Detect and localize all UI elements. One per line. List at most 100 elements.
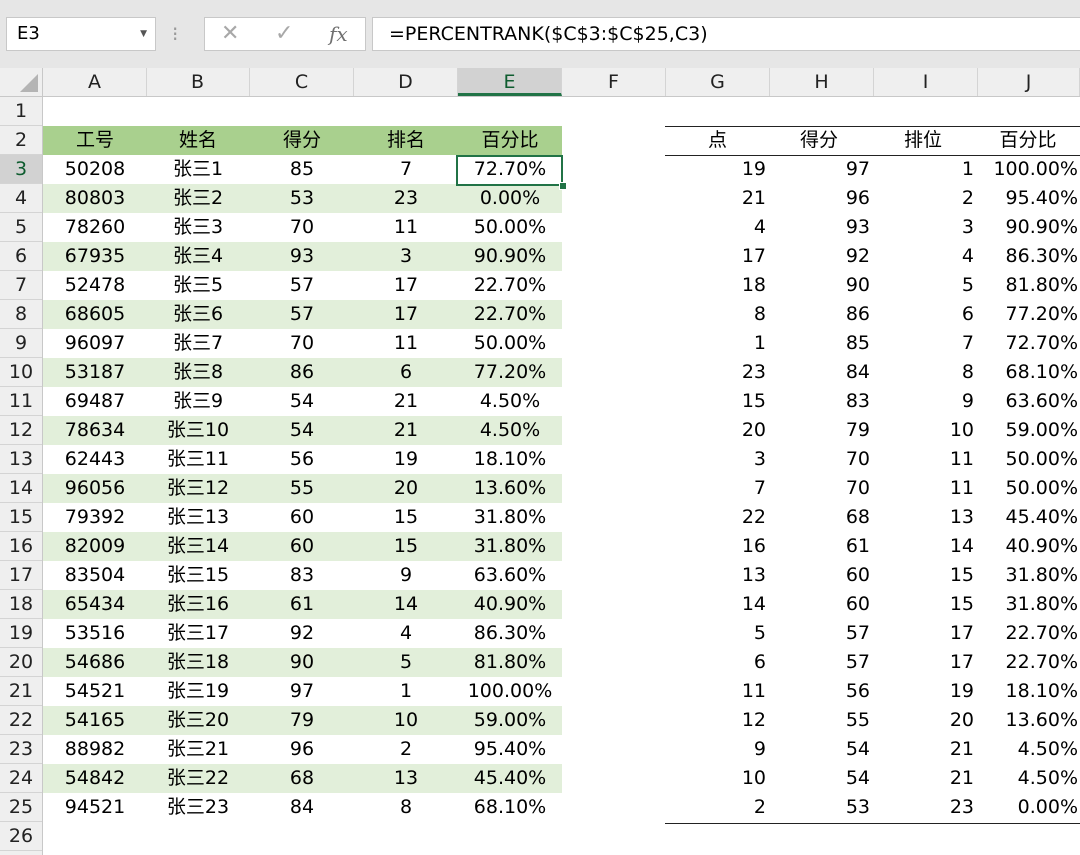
left-table-cell[interactable]: 70 — [250, 329, 354, 358]
left-table-cell[interactable]: 54 — [250, 387, 354, 416]
row-header-11[interactable]: 11 — [0, 387, 42, 416]
row-header-26[interactable]: 26 — [0, 822, 42, 851]
column-header-a[interactable]: A — [43, 68, 147, 96]
row-header-24[interactable]: 24 — [0, 764, 42, 793]
right-table-cell[interactable]: 17 — [666, 242, 766, 271]
left-table-cell[interactable]: 68605 — [43, 300, 147, 329]
left-table-cell[interactable]: 13.60% — [458, 474, 562, 503]
right-table-cell[interactable]: 97 — [770, 155, 870, 184]
left-table-cell[interactable]: 7 — [354, 155, 458, 184]
left-table-cell[interactable]: 82009 — [43, 532, 147, 561]
left-table-cell[interactable]: 17 — [354, 300, 458, 329]
left-table-cell[interactable]: 22.70% — [458, 271, 562, 300]
left-table-cell[interactable]: 5 — [354, 648, 458, 677]
left-table-cell[interactable]: 50.00% — [458, 329, 562, 358]
right-table-cell[interactable]: 70 — [770, 445, 870, 474]
left-table-cell[interactable]: 14 — [354, 590, 458, 619]
right-table-cell[interactable]: 96 — [770, 184, 870, 213]
left-table-cell[interactable]: 50.00% — [458, 213, 562, 242]
left-table-cell[interactable]: 9 — [354, 561, 458, 590]
right-table-cell[interactable]: 14 — [666, 590, 766, 619]
left-table-cell[interactable]: 张三23 — [146, 793, 250, 822]
right-table-cell[interactable]: 11 — [874, 474, 974, 503]
left-table-cell[interactable]: 68.10% — [458, 793, 562, 822]
right-table-cell[interactable]: 31.80% — [978, 561, 1078, 590]
chevron-down-icon[interactable]: ▼ — [140, 18, 147, 50]
left-table-cell[interactable]: 张三20 — [146, 706, 250, 735]
right-table-cell[interactable]: 57 — [770, 619, 870, 648]
row-header-7[interactable]: 7 — [0, 271, 42, 300]
right-table-cell[interactable]: 72.70% — [978, 329, 1078, 358]
right-table-cell[interactable]: 90.90% — [978, 213, 1078, 242]
right-table-cell[interactable]: 18.10% — [978, 677, 1078, 706]
right-table-cell[interactable]: 6 — [666, 648, 766, 677]
left-table-cell[interactable]: 31.80% — [458, 503, 562, 532]
right-table-cell[interactable]: 5 — [874, 271, 974, 300]
right-table-cell[interactable]: 100.00% — [978, 155, 1078, 184]
right-table-cell[interactable]: 57 — [770, 648, 870, 677]
right-table-cell[interactable]: 14 — [874, 532, 974, 561]
left-table-header-cell[interactable]: 得分 — [250, 126, 354, 155]
left-table-cell[interactable]: 96056 — [43, 474, 147, 503]
right-table-cell[interactable]: 70 — [770, 474, 870, 503]
left-table-cell[interactable]: 70 — [250, 213, 354, 242]
right-table-cell[interactable]: 1 — [666, 329, 766, 358]
left-table-cell[interactable]: 张三22 — [146, 764, 250, 793]
right-table-cell[interactable]: 22.70% — [978, 619, 1078, 648]
left-table-cell[interactable]: 21 — [354, 387, 458, 416]
left-table-cell[interactable]: 张三3 — [146, 213, 250, 242]
row-header-5[interactable]: 5 — [0, 213, 42, 242]
column-header-c[interactable]: C — [250, 68, 354, 96]
row-header-6[interactable]: 6 — [0, 242, 42, 271]
left-table-cell[interactable]: 54165 — [43, 706, 147, 735]
right-table-cell[interactable]: 3 — [666, 445, 766, 474]
left-table-cell[interactable]: 18.10% — [458, 445, 562, 474]
left-table-cell[interactable]: 79 — [250, 706, 354, 735]
right-table-cell[interactable]: 13 — [666, 561, 766, 590]
right-table-cell[interactable]: 13.60% — [978, 706, 1078, 735]
right-table-cell[interactable]: 7 — [666, 474, 766, 503]
right-table-cell[interactable]: 22 — [666, 503, 766, 532]
left-table-cell[interactable]: 68 — [250, 764, 354, 793]
left-table-cell[interactable]: 56 — [250, 445, 354, 474]
right-table-cell[interactable]: 23 — [666, 358, 766, 387]
left-table-cell[interactable]: 61 — [250, 590, 354, 619]
right-table-cell[interactable]: 15 — [874, 590, 974, 619]
right-table-cell[interactable]: 4 — [666, 213, 766, 242]
row-header-19[interactable]: 19 — [0, 619, 42, 648]
left-table-cell[interactable]: 78260 — [43, 213, 147, 242]
left-table-cell[interactable]: 78634 — [43, 416, 147, 445]
right-table-cell[interactable]: 60 — [770, 590, 870, 619]
right-table-cell[interactable]: 8 — [666, 300, 766, 329]
row-header-18[interactable]: 18 — [0, 590, 42, 619]
left-table-cell[interactable]: 77.20% — [458, 358, 562, 387]
right-table-cell[interactable]: 4.50% — [978, 735, 1078, 764]
row-header-13[interactable]: 13 — [0, 445, 42, 474]
row-header-22[interactable]: 22 — [0, 706, 42, 735]
right-table-header-cell[interactable]: 百分比 — [978, 126, 1078, 155]
left-table-header-cell[interactable]: 百分比 — [458, 126, 562, 155]
fill-handle[interactable] — [559, 182, 567, 190]
row-header-15[interactable]: 15 — [0, 503, 42, 532]
right-table-cell[interactable]: 93 — [770, 213, 870, 242]
left-table-cell[interactable]: 80803 — [43, 184, 147, 213]
left-table-cell[interactable]: 张三16 — [146, 590, 250, 619]
left-table-cell[interactable]: 90.90% — [458, 242, 562, 271]
right-table-cell[interactable]: 54 — [770, 735, 870, 764]
left-table-cell[interactable]: 65434 — [43, 590, 147, 619]
right-table-cell[interactable]: 0.00% — [978, 793, 1078, 822]
left-table-cell[interactable]: 张三21 — [146, 735, 250, 764]
row-header-16[interactable]: 16 — [0, 532, 42, 561]
cancel-icon[interactable]: ✕ — [221, 18, 239, 50]
right-table-cell[interactable]: 15 — [874, 561, 974, 590]
left-table-cell[interactable]: 张三9 — [146, 387, 250, 416]
column-header-b[interactable]: B — [146, 68, 250, 96]
row-header-23[interactable]: 23 — [0, 735, 42, 764]
right-table-cell[interactable]: 7 — [874, 329, 974, 358]
left-table-cell[interactable]: 23 — [354, 184, 458, 213]
right-table-cell[interactable]: 20 — [874, 706, 974, 735]
left-table-cell[interactable]: 57 — [250, 271, 354, 300]
left-table-cell[interactable]: 81.80% — [458, 648, 562, 677]
left-table-cell[interactable]: 张三4 — [146, 242, 250, 271]
left-table-cell[interactable]: 张三14 — [146, 532, 250, 561]
